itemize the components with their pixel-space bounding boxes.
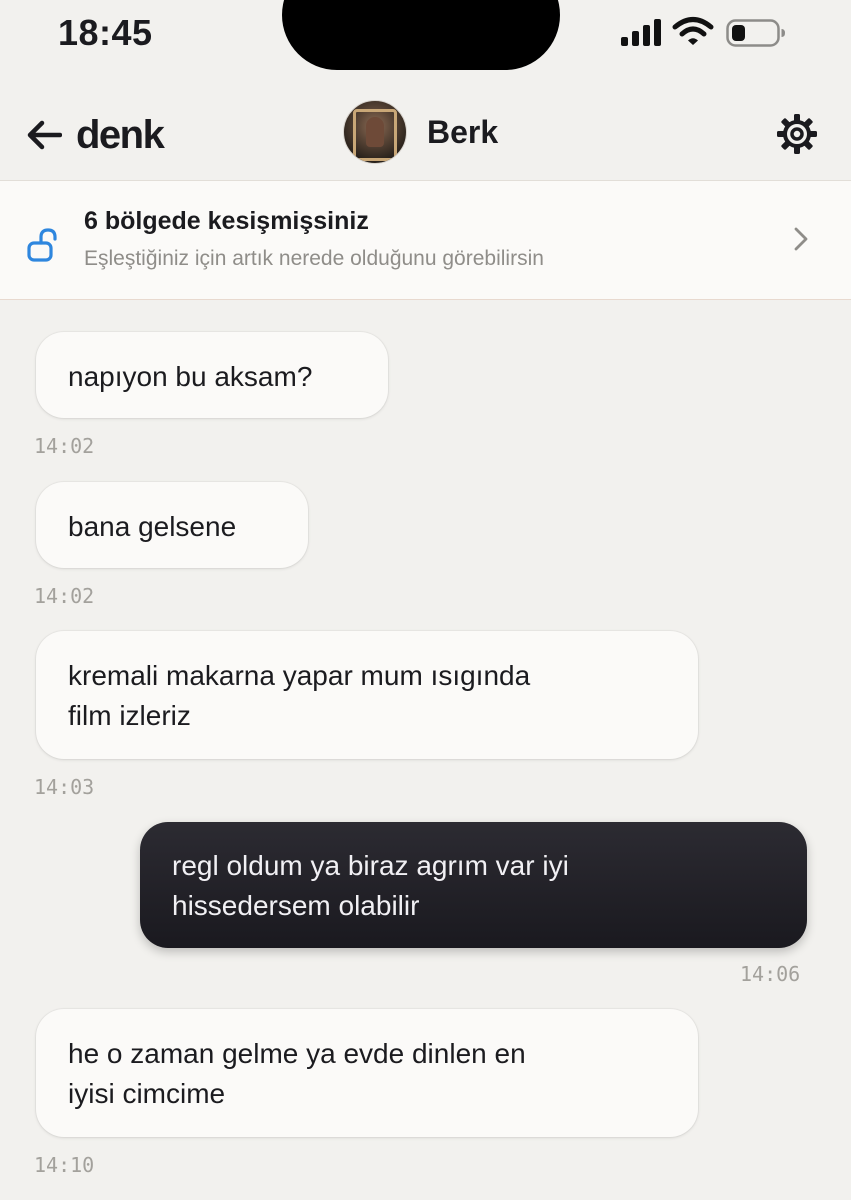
message-text: film izleriz [68, 700, 191, 731]
message-text: hissedersem olabilir [172, 890, 420, 921]
message-timestamp: 14:10 [34, 1153, 95, 1177]
message-timestamp: 14:02 [34, 584, 95, 608]
message-timestamp: 14:02 [34, 434, 95, 458]
unlock-icon [27, 228, 57, 262]
brand-logo-text: denk [76, 112, 165, 157]
contact-name: Berk [427, 113, 499, 150]
message-text: iyisi cimcime [68, 1078, 226, 1109]
message-timestamp: 14:06 [740, 962, 801, 986]
incoming-message[interactable]: napıyon bu aksam? [36, 332, 388, 418]
message-text: kremali makarna yapar mum ısıgında [68, 660, 531, 691]
back-button[interactable]: denk [26, 112, 165, 158]
banner-title: 6 bölgede kesişmişsiniz [84, 207, 369, 235]
incoming-message[interactable]: bana gelsene [36, 482, 308, 568]
incoming-message[interactable]: kremali makarna yapar mum ısıgında film … [36, 631, 698, 759]
status-bar: 18:45 [0, 0, 851, 80]
contact-profile[interactable]: Berk [343, 100, 498, 164]
message-text: he o zaman gelme ya evde dinlen en [68, 1038, 526, 1069]
chat-header: denk Berk [0, 90, 851, 180]
battery-icon [726, 19, 785, 47]
message-timestamp: 14:03 [34, 775, 95, 799]
dynamic-island [282, 0, 560, 70]
avatar[interactable] [343, 100, 407, 164]
message-text: napıyon bu aksam? [68, 361, 313, 392]
banner-subtitle: Eşleştiğiniz için artık nerede olduğunu … [84, 247, 544, 270]
incoming-message[interactable]: he o zaman gelme ya evde dinlen en iyisi… [36, 1009, 698, 1137]
gear-icon[interactable] [776, 113, 818, 155]
cellular-signal-icon [621, 19, 661, 46]
chevron-right-icon[interactable] [792, 226, 810, 252]
arrow-left-icon [27, 120, 62, 150]
message-text: regl oldum ya biraz agrım var iyi [172, 850, 569, 881]
outgoing-message[interactable]: regl oldum ya biraz agrım var iyi hissed… [140, 822, 807, 948]
message-text: bana gelsene [68, 511, 237, 542]
location-unlock-banner[interactable]: 6 bölgede kesişmişsiniz Eşleştiğiniz içi… [0, 180, 851, 300]
wifi-icon [672, 17, 714, 45]
status-time: 18:45 [58, 12, 153, 53]
